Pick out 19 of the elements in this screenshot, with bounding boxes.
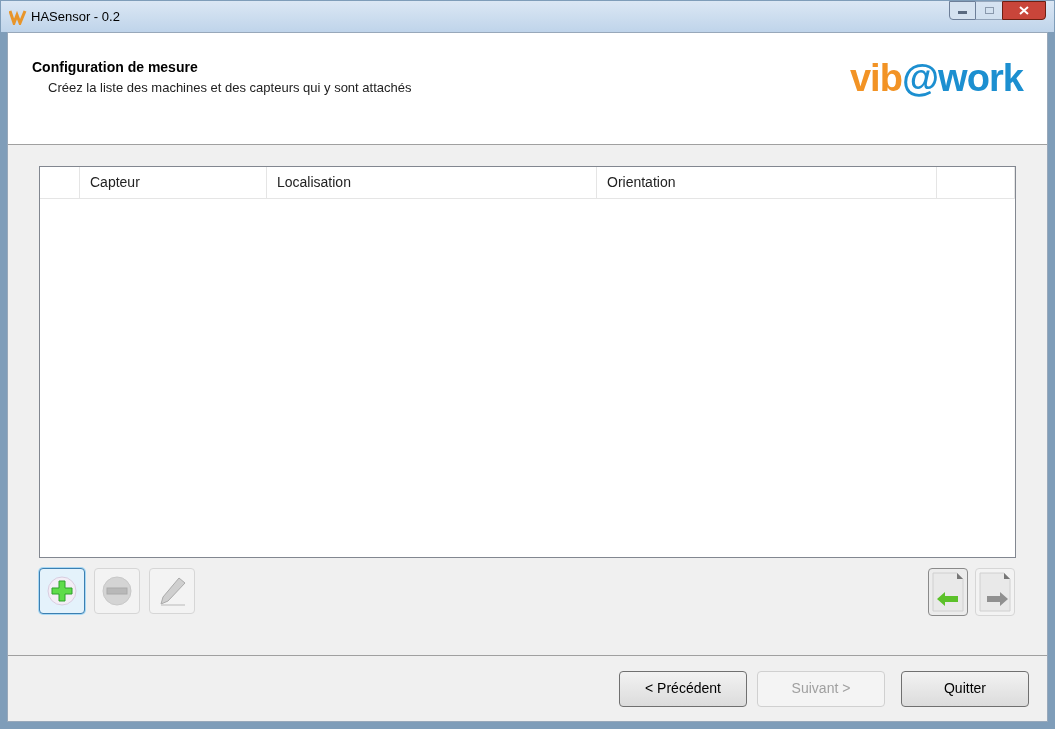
minimize-button[interactable] [949, 1, 976, 20]
column-header[interactable]: Localisation [267, 167, 597, 198]
footer-button[interactable]: < Précédent [619, 670, 747, 707]
column-header[interactable]: Capteur [80, 167, 267, 198]
maximize-button[interactable] [976, 1, 1002, 20]
import-button[interactable] [928, 568, 968, 616]
close-icon [1019, 6, 1029, 15]
pencil-icon [157, 576, 187, 606]
add-button[interactable] [39, 568, 85, 614]
column-header[interactable]: Orientation [597, 167, 937, 198]
close-button[interactable] [1002, 1, 1046, 20]
footer-button[interactable]: Quitter [901, 670, 1029, 707]
header-subtitle: Créez la liste des machines et des capteurs qui y sont attachés [47, 79, 412, 97]
window-title: HASensor - 0.2 [31, 7, 120, 26]
minus-icon [102, 576, 132, 606]
app-logo-icon [9, 8, 27, 25]
logo: vib@work [849, 59, 1023, 97]
plus-icon [47, 576, 77, 606]
header-title: Configuration de mesure [32, 58, 199, 77]
